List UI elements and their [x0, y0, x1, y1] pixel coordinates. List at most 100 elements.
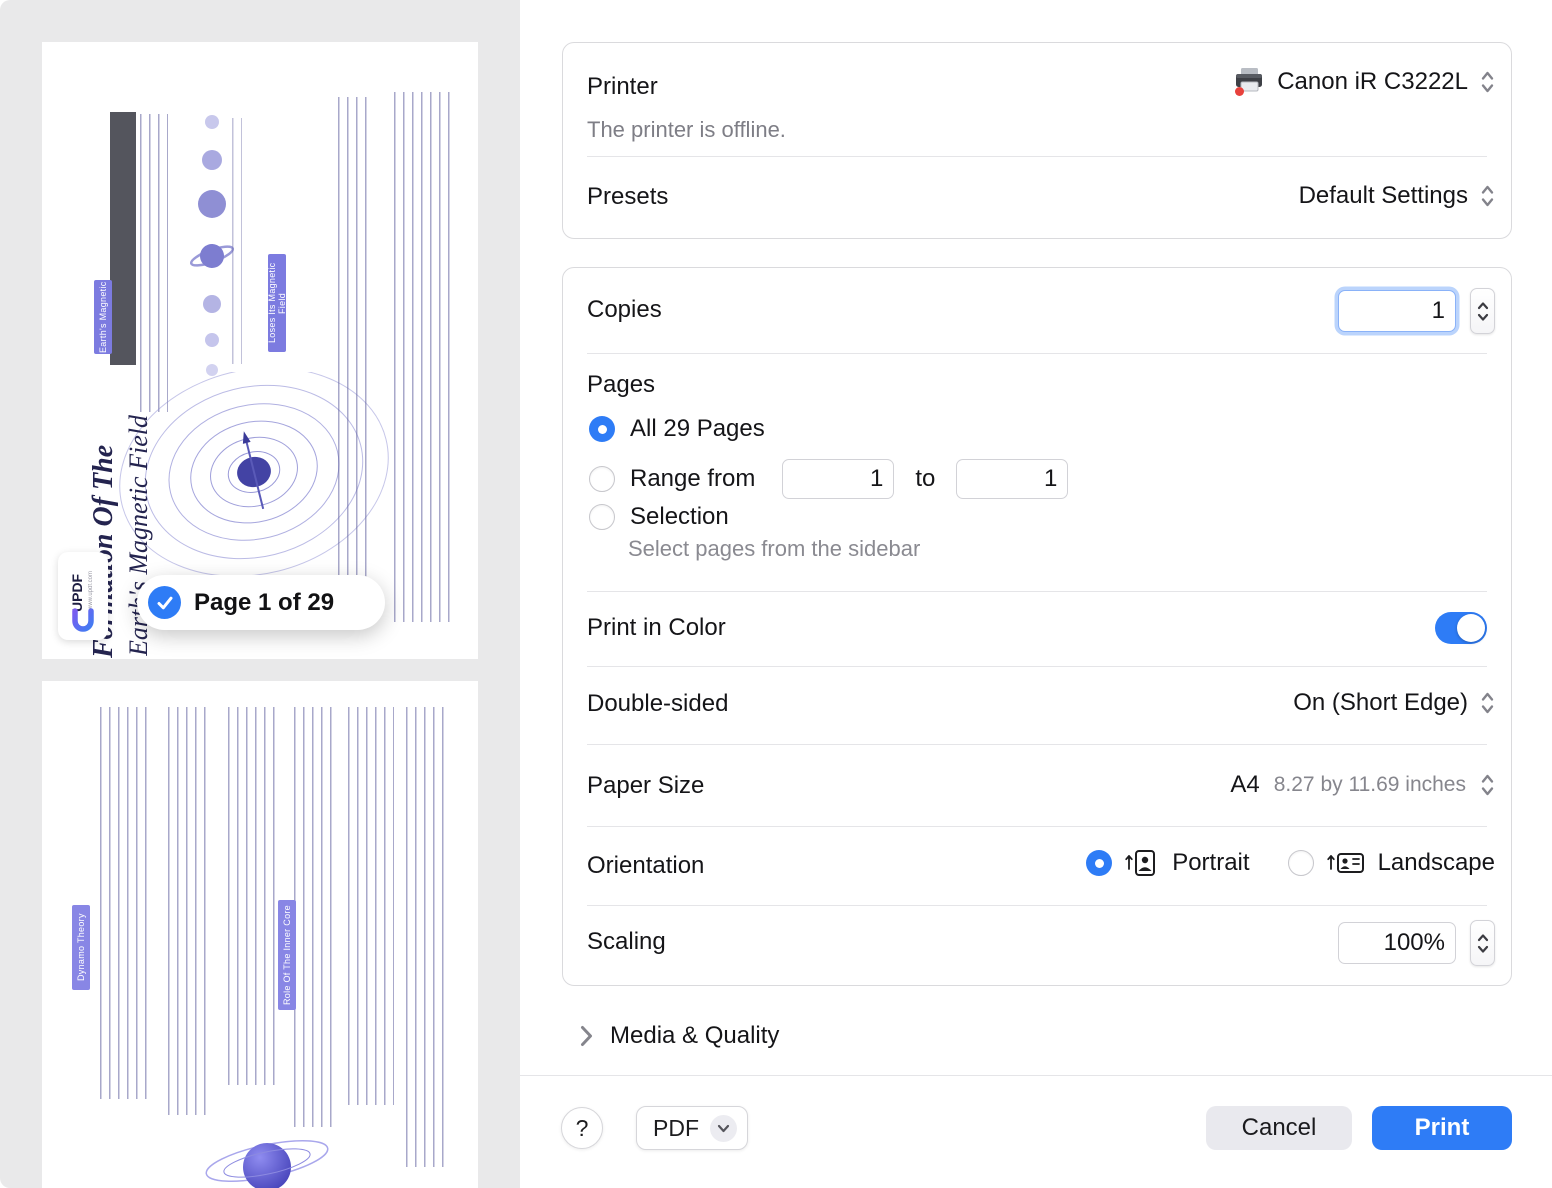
pages-label: Pages — [587, 371, 655, 399]
portrait-label: Portrait — [1172, 849, 1249, 877]
paper-size-value: A4 — [1230, 771, 1259, 799]
planet-core-diagram — [182, 1099, 352, 1188]
divider — [587, 666, 1487, 667]
radio-selected-icon[interactable] — [1086, 850, 1112, 876]
print-button[interactable]: Print — [1372, 1106, 1512, 1150]
presets-value: Default Settings — [1299, 182, 1468, 210]
updf-logo-icon — [70, 608, 96, 634]
range-from-input[interactable] — [782, 459, 894, 499]
media-quality-label: Media & Quality — [610, 1022, 779, 1050]
printer-presets-card: Printer Canon iR C3222L The printer is o… — [562, 42, 1512, 239]
printer-value: Canon iR C3222L — [1277, 68, 1468, 96]
double-sided-value: On (Short Edge) — [1293, 689, 1468, 717]
scaling-stepper[interactable] — [1470, 920, 1495, 966]
divider — [587, 826, 1487, 827]
orientation-portrait-option[interactable]: Portrait — [1086, 848, 1249, 878]
cancel-button[interactable]: Cancel — [1206, 1106, 1352, 1150]
help-label: ? — [576, 1115, 589, 1142]
thumbnail-highlight-chip: Earth's Magnetic — [94, 280, 112, 354]
chevron-down-icon — [1477, 945, 1489, 954]
page-preview-sidebar: Earth's Magnetic Loses Its Magnetic Fiel… — [0, 0, 520, 1188]
orientation-control: Portrait Landscape — [1086, 848, 1495, 878]
check-icon — [148, 586, 181, 619]
scaling-input[interactable] — [1338, 922, 1456, 964]
double-sided-select[interactable]: On (Short Edge) — [1293, 688, 1495, 718]
thumbnail-text-lines — [348, 707, 394, 1105]
help-button[interactable]: ? — [561, 1107, 603, 1149]
landscape-icon — [1326, 848, 1366, 878]
print-dialog-window: Earth's Magnetic Loses Its Magnetic Fiel… — [0, 0, 1552, 1188]
radio-unselected-icon[interactable] — [589, 504, 615, 530]
printer-icon — [1233, 67, 1265, 97]
thumbnail-text-lines — [232, 118, 242, 364]
thumbnail-text-lines — [228, 707, 280, 1085]
thumbnail-text-lines — [394, 92, 450, 622]
pages-range-option[interactable]: Range from to — [589, 459, 1068, 499]
highlighted-text-block — [110, 112, 136, 365]
copies-input[interactable] — [1338, 290, 1456, 332]
radio-unselected-icon[interactable] — [589, 466, 615, 492]
chevron-up-icon — [1477, 933, 1489, 942]
paper-size-label: Paper Size — [587, 772, 704, 800]
chevron-right-icon — [580, 1025, 593, 1047]
chevron-updown-icon — [1480, 688, 1495, 718]
range-to-input[interactable] — [956, 459, 1068, 499]
landscape-label: Landscape — [1378, 849, 1495, 877]
thumbnail-highlight-chip: Loses Its Magnetic Field — [268, 254, 286, 352]
copies-label: Copies — [587, 296, 662, 324]
radio-unselected-icon[interactable] — [1288, 850, 1314, 876]
chevron-updown-icon — [1480, 770, 1495, 800]
thumbnail-text-lines — [294, 707, 334, 1127]
printer-select[interactable]: Canon iR C3222L — [1233, 67, 1495, 97]
divider — [587, 591, 1487, 592]
pages-all-option[interactable]: All 29 Pages — [589, 415, 765, 443]
thumbnail-highlight-chip: Dynamo Theory — [72, 905, 90, 990]
printer-status: The printer is offline. — [587, 117, 786, 143]
footer-divider — [520, 1075, 1552, 1076]
radio-selected-icon[interactable] — [589, 416, 615, 442]
thumbnail-text-lines — [140, 114, 168, 412]
chevron-down-icon — [710, 1115, 737, 1142]
print-in-color-toggle[interactable] — [1435, 612, 1487, 644]
divider — [587, 353, 1487, 354]
thumbnail-text-lines — [406, 707, 448, 1167]
pages-all-label: All 29 Pages — [630, 415, 765, 443]
print-dialog-panel: Printer Canon iR C3222L The printer is o… — [520, 0, 1552, 1188]
divider — [587, 156, 1487, 157]
chevron-down-icon — [1477, 313, 1489, 322]
page-count-label: Page 1 of 29 — [194, 589, 334, 617]
chevron-updown-icon — [1480, 181, 1495, 211]
pages-selection-label: Selection — [630, 503, 729, 531]
pages-range-label: Range from — [630, 465, 755, 493]
printer-label: Printer — [587, 73, 658, 101]
pdf-label: PDF — [653, 1115, 699, 1142]
page-count-badge: Page 1 of 29 — [137, 575, 385, 630]
chevron-updown-icon — [1480, 67, 1495, 97]
orientation-label: Orientation — [587, 852, 704, 880]
thumbnail-text-lines — [100, 707, 154, 1099]
presets-select[interactable]: Default Settings — [1299, 181, 1495, 211]
media-quality-disclosure[interactable]: Media & Quality — [580, 1022, 779, 1050]
copies-stepper[interactable] — [1470, 288, 1495, 334]
page-thumbnail-1[interactable]: Earth's Magnetic Loses Its Magnetic Fiel… — [42, 42, 478, 659]
updf-watermark: UPDF www.updf.com — [58, 552, 108, 640]
paper-size-detail: 8.27 by 11.69 inches — [1274, 773, 1466, 797]
paper-size-select[interactable]: A4 8.27 by 11.69 inches — [1230, 770, 1495, 800]
thumbnail-text-lines — [338, 97, 368, 622]
orientation-landscape-option[interactable]: Landscape — [1288, 848, 1495, 878]
pages-to-label: to — [915, 465, 935, 493]
page-thumbnail-2[interactable]: Dynamo Theory Role Of The Inner Core — [42, 681, 478, 1188]
print-options-card: Copies Pages All 29 Pages Range from to — [562, 267, 1512, 986]
scaling-label: Scaling — [587, 928, 666, 956]
portrait-icon — [1124, 848, 1160, 878]
pages-selection-option[interactable]: Selection — [589, 503, 729, 531]
pdf-dropdown-button[interactable]: PDF — [636, 1106, 748, 1150]
print-in-color-label: Print in Color — [587, 614, 726, 642]
selection-hint: Select pages from the sidebar — [628, 536, 920, 562]
thumbnail-text-lines — [168, 707, 210, 1115]
divider — [587, 905, 1487, 906]
scaling-control — [1338, 920, 1495, 966]
thumbnail-highlight-chip: Role Of The Inner Core — [278, 900, 296, 1010]
double-sided-label: Double-sided — [587, 690, 728, 718]
presets-label: Presets — [587, 183, 668, 211]
